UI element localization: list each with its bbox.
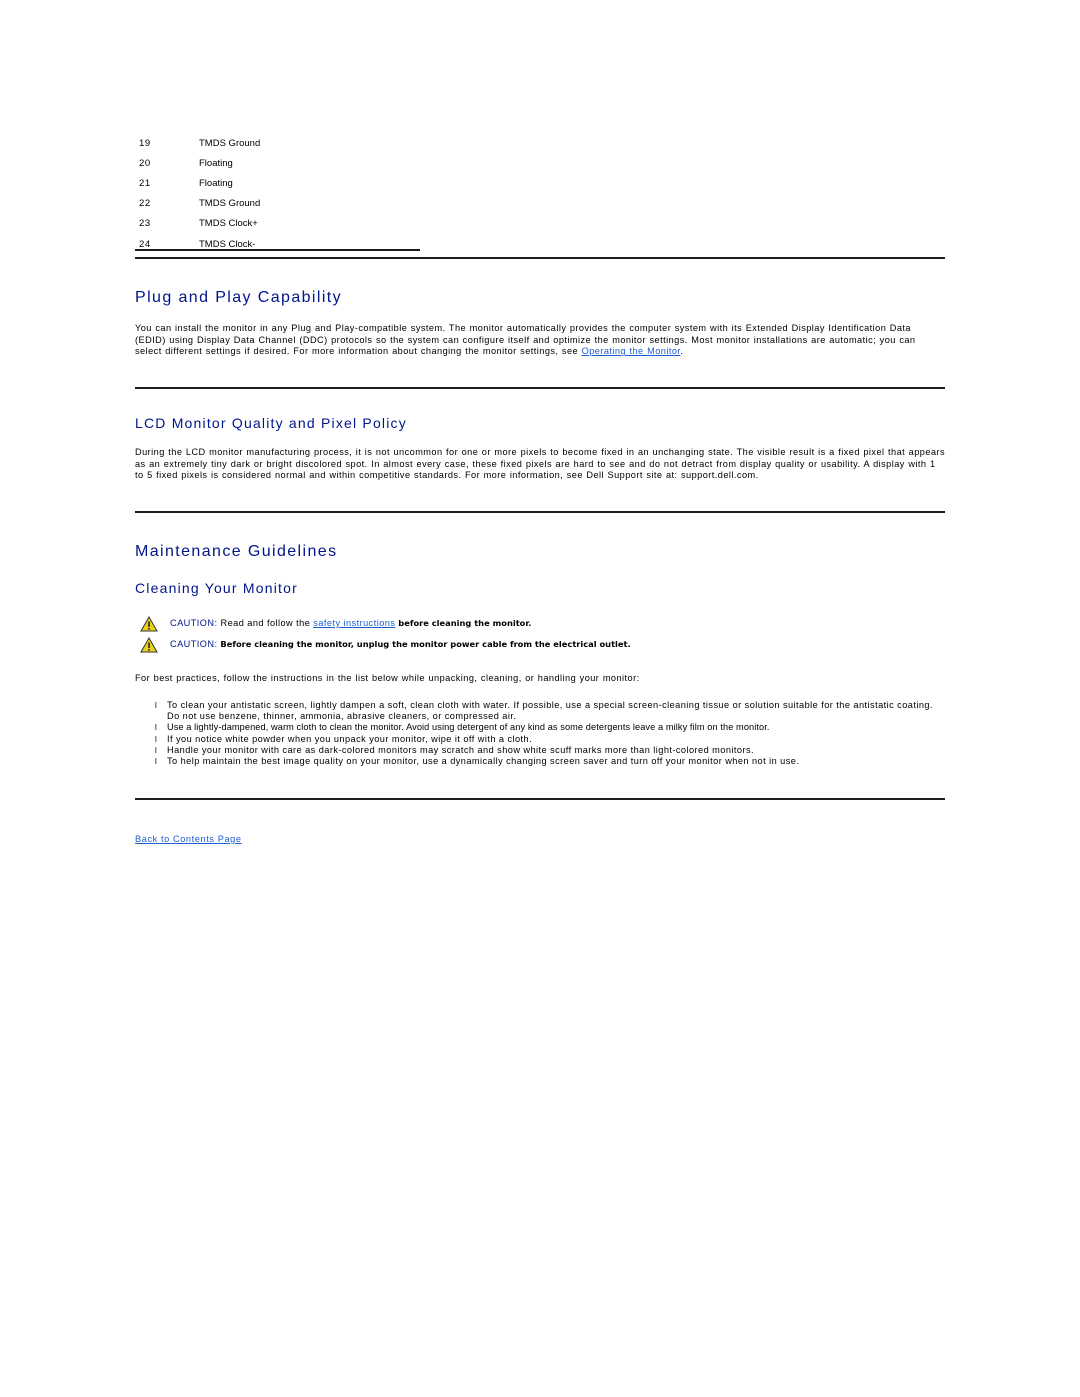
table-row: 24 TMDS Clock- — [135, 234, 420, 254]
pin-number: 21 — [139, 177, 151, 189]
list-item-text: Use a lightly-dampened, warm cloth to cl… — [167, 722, 770, 733]
pin-signal: Floating — [199, 177, 233, 189]
list-item: l If you notice white powder when you unp… — [135, 734, 945, 745]
cleaning-heading: Cleaning Your Monitor — [135, 580, 298, 596]
bullet-icon: l — [155, 745, 158, 755]
list-item-text: To help maintain the best image quality … — [167, 756, 800, 767]
list-item: l To help maintain the best image quality… — [135, 756, 945, 767]
bullet-icon: l — [155, 723, 158, 733]
caution-text: CAUTION: Read and follow the safety inst… — [170, 618, 531, 628]
list-item-text: To clean your antistatic screen, lightly… — [167, 700, 933, 722]
bullet-icon: l — [155, 701, 158, 710]
list-item-text: If you notice white powder when you unpa… — [167, 733, 533, 744]
pin-number: 22 — [139, 198, 151, 210]
caution-label: CAUTION: — [170, 639, 218, 649]
section-divider — [135, 511, 945, 513]
plug-and-play-text: You can install the monitor in any Plug … — [135, 323, 916, 357]
list-item: l Use a lightly-dampened, warm cloth to c… — [135, 722, 945, 733]
section-divider — [135, 387, 945, 389]
back-to-contents-link[interactable]: Back to Contents Page — [135, 834, 242, 844]
pixel-policy-heading: LCD Monitor Quality and Pixel Policy — [135, 415, 407, 431]
pin-assignment-table: 19 TMDS Ground 20 Floating 21 Floating 2… — [135, 133, 420, 254]
caution-bold-text: before cleaning the monitor. — [395, 618, 532, 628]
pin-number: 23 — [139, 218, 151, 230]
best-practices-intro: For best practices, follow the instructi… — [135, 673, 640, 683]
plug-and-play-heading: Plug and Play Capability — [135, 289, 343, 306]
caution-notice: CAUTION: Read and follow the safety inst… — [135, 616, 945, 632]
table-row: 19 TMDS Ground — [135, 133, 420, 153]
caution-notice: CAUTION: Before cleaning the monitor, un… — [135, 637, 945, 653]
table-bottom-rule — [135, 249, 420, 251]
pin-signal: TMDS Clock- — [199, 238, 256, 250]
table-row: 20 Floating — [135, 153, 420, 173]
pixel-policy-paragraph: During the LCD monitor manufacturing pro… — [135, 447, 946, 481]
list-item: l Handle your monitor with care as dark-c… — [135, 745, 945, 756]
pin-signal: TMDS Ground — [199, 137, 261, 149]
warning-icon — [140, 637, 158, 653]
section-divider — [135, 798, 945, 800]
maintenance-heading: Maintenance Guidelines — [135, 543, 338, 560]
plug-and-play-tail: . — [680, 346, 684, 357]
bullet-icon: l — [155, 757, 158, 767]
pin-signal: TMDS Ground — [199, 198, 261, 210]
pin-signal: Floating — [199, 157, 233, 169]
list-item-text: Handle your monitor with care as dark-co… — [167, 744, 755, 755]
plug-and-play-paragraph: You can install the monitor in any Plug … — [135, 323, 945, 358]
table-row: 21 Floating — [135, 173, 420, 193]
bullet-icon: l — [155, 734, 158, 744]
section-divider — [135, 257, 945, 259]
pin-number: 19 — [139, 137, 151, 149]
pin-number: 24 — [139, 238, 151, 250]
cleaning-instructions-list: l To clean your antistatic screen, lightl… — [135, 700, 945, 767]
operating-the-monitor-link[interactable]: Operating the Monitor — [582, 346, 681, 356]
list-item: l To clean your antistatic screen, lightl… — [135, 700, 945, 722]
table-row: 23 TMDS Clock+ — [135, 214, 420, 234]
caution-text: CAUTION: Before cleaning the monitor, un… — [170, 639, 631, 649]
caution-bold-text: Before cleaning the monitor, unplug the … — [217, 639, 631, 649]
table-row: 22 TMDS Ground — [135, 194, 420, 214]
warning-icon — [140, 616, 158, 632]
pin-number: 20 — [139, 157, 151, 169]
pin-signal: TMDS Clock+ — [199, 218, 258, 230]
caution-body: Read and follow the — [217, 618, 314, 628]
caution-label: CAUTION: — [170, 618, 218, 628]
safety-instructions-link[interactable]: safety instructions — [313, 618, 395, 628]
